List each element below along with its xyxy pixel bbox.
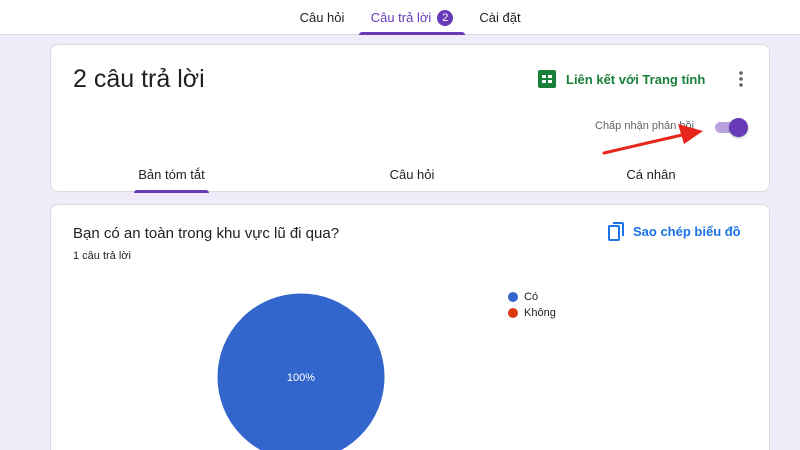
pie-slice-label: 100% — [287, 372, 315, 384]
legend-item: Không — [508, 305, 556, 321]
more-options-button[interactable] — [731, 67, 751, 91]
legend-label: Có — [524, 291, 539, 303]
subtab-question[interactable]: Câu hỏi — [377, 155, 447, 193]
responses-summary-card: 2 câu trả lời Liên kết với Trang tính Ch… — [50, 44, 770, 193]
question-summary-card: Bạn có an toàn trong khu vực lũ đi qua? … — [50, 204, 770, 450]
question-response-count: 1 câu trả lời — [73, 250, 131, 262]
accepting-responses-toggle[interactable] — [713, 118, 749, 137]
pie-chart: 100% — [216, 292, 386, 450]
link-to-sheets-label: Liên kết với Trang tính — [566, 71, 706, 87]
legend-label: Không — [524, 307, 556, 319]
top-nav-bar: Câu hỏi Câu trả lời 2 Cài đặt — [0, 0, 800, 35]
legend-item: Có — [508, 289, 556, 305]
sheets-icon — [538, 70, 556, 88]
copy-chart-button[interactable]: Sao chép biểu đồ — [608, 220, 741, 242]
accepting-responses-label: Chấp nhận phản hồi — [595, 120, 695, 132]
subtab-individual-label: Cá nhân — [626, 166, 676, 182]
legend-swatch — [508, 308, 518, 318]
tab-questions[interactable]: Câu hỏi — [288, 0, 356, 35]
subtab-individual[interactable]: Cá nhân — [616, 155, 686, 193]
responses-title: 2 câu trả lời — [73, 65, 205, 93]
active-tab-indicator — [359, 32, 465, 35]
subtab-question-label: Câu hỏi — [389, 166, 435, 182]
more-vert-icon — [739, 71, 743, 87]
copy-chart-label: Sao chép biểu đồ — [633, 223, 741, 239]
tab-settings-label: Cài đặt — [479, 10, 521, 25]
link-to-sheets-button[interactable]: Liên kết với Trang tính — [538, 69, 705, 89]
responses-count-badge: 2 — [437, 9, 454, 26]
legend-swatch — [508, 292, 518, 302]
subtab-summary[interactable]: Bản tóm tắt — [126, 155, 217, 193]
chart-legend: Có Không — [508, 289, 556, 321]
subtab-summary-label: Bản tóm tắt — [138, 166, 205, 182]
copy-icon — [608, 221, 624, 241]
question-title: Bạn có an toàn trong khu vực lũ đi qua? — [73, 225, 340, 242]
tab-settings[interactable]: Cài đặt — [470, 0, 530, 35]
tab-responses-label: Câu trả lời — [370, 10, 432, 25]
toggle-knob — [729, 118, 748, 137]
tab-questions-label: Câu hỏi — [299, 10, 345, 25]
active-subtab-indicator — [134, 190, 209, 193]
tab-responses[interactable]: Câu trả lời 2 — [359, 0, 465, 35]
